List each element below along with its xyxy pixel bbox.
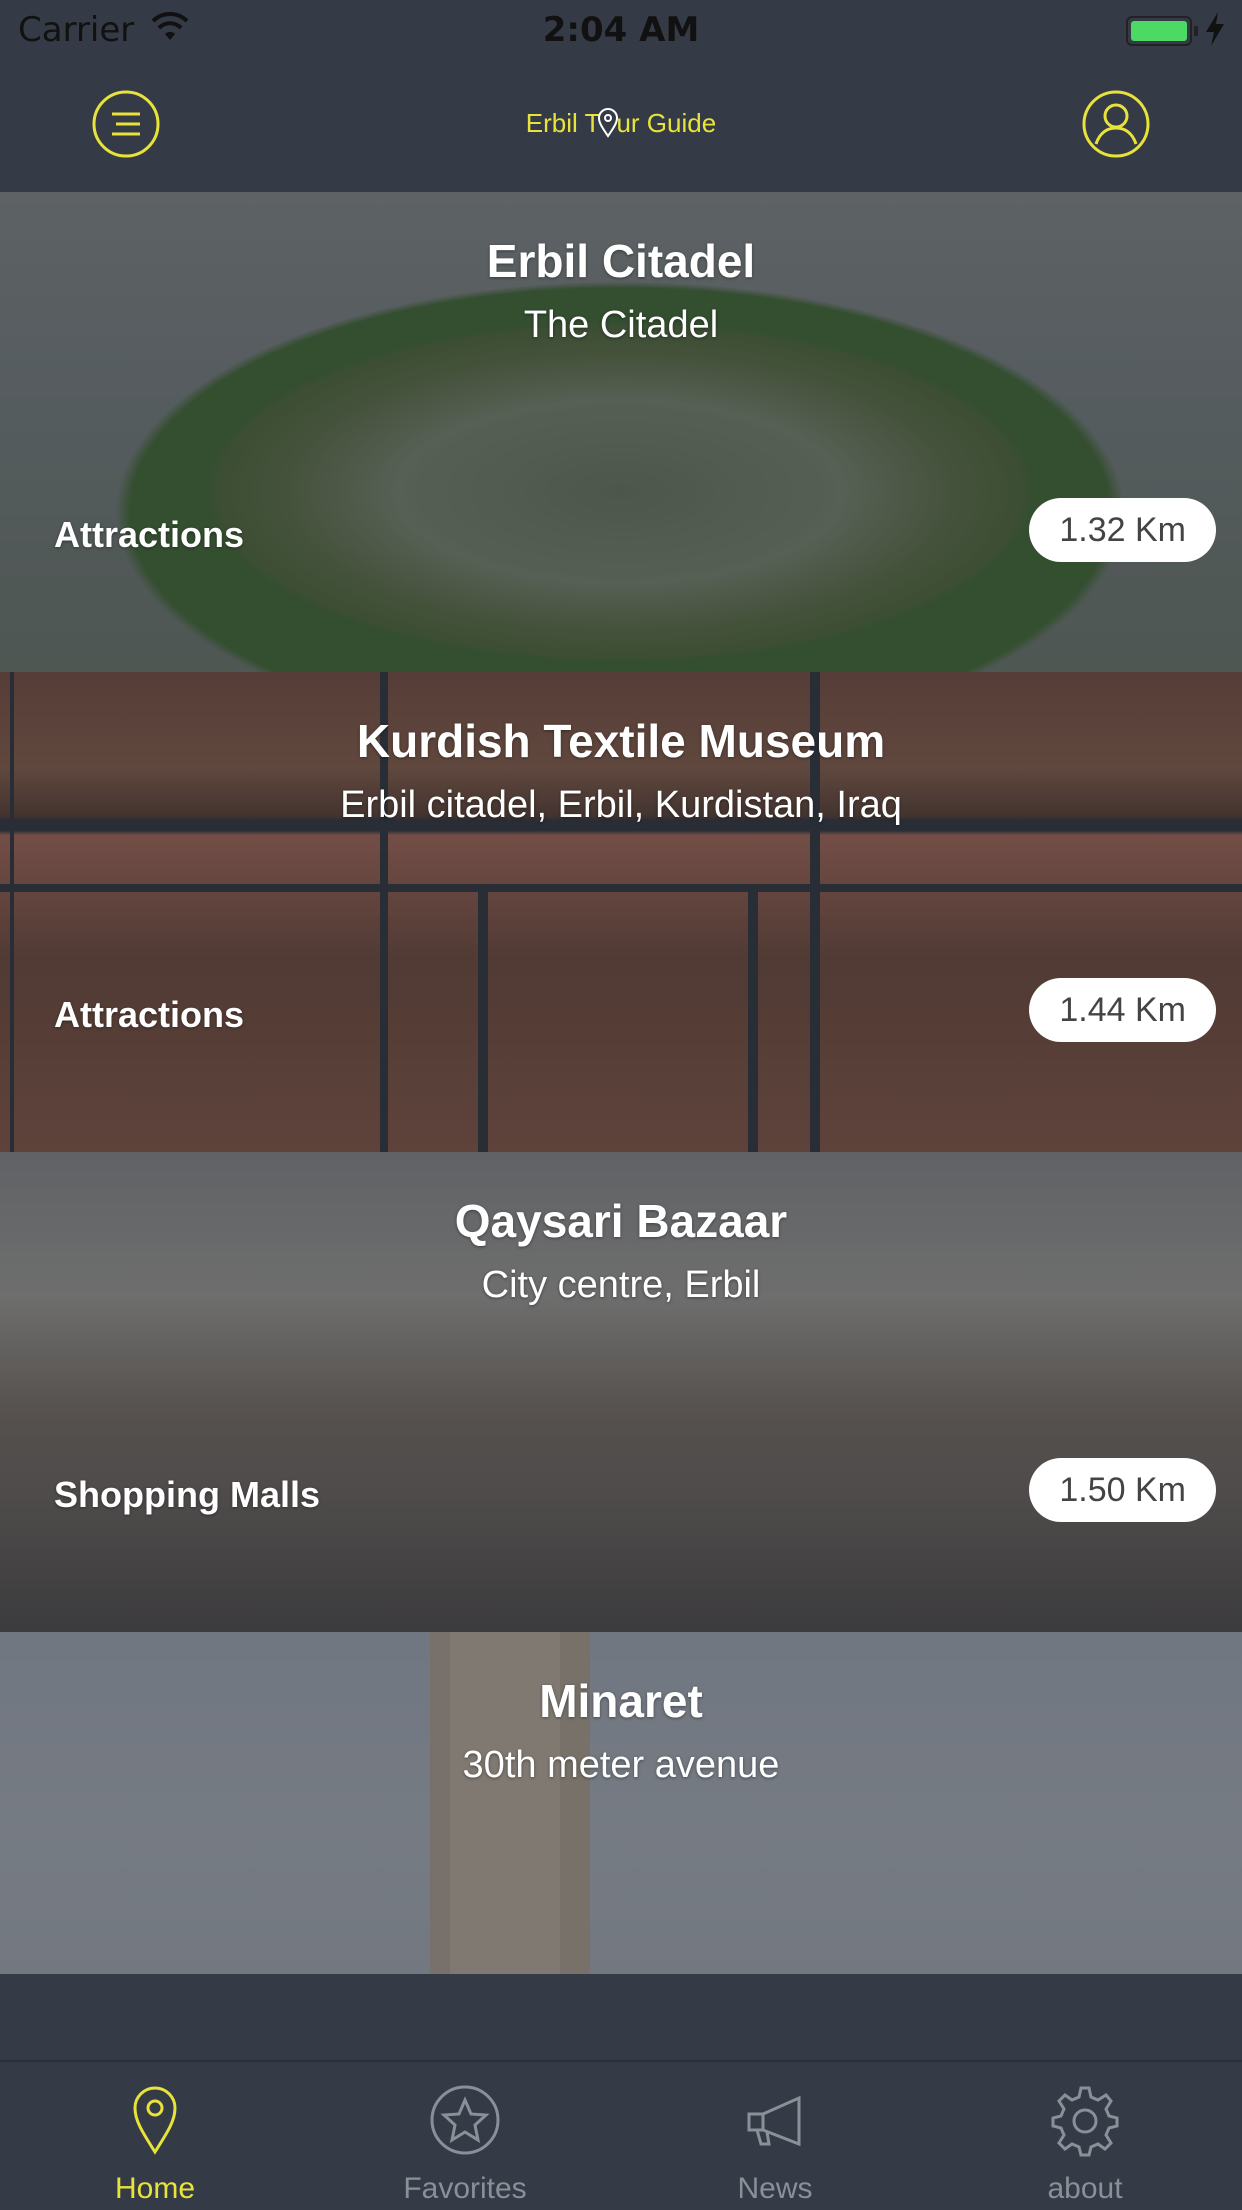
- place-title: Qaysari Bazaar: [454, 1195, 788, 1247]
- place-title: Minaret: [539, 1675, 703, 1727]
- place-category: Shopping Malls: [54, 1474, 320, 1515]
- charging-icon: [1206, 12, 1224, 46]
- place-title: Erbil Citadel: [486, 235, 756, 287]
- nav-bar: Erbil T ur Guide: [0, 62, 1242, 194]
- tab-news[interactable]: News: [620, 2062, 930, 2210]
- tab-favorites[interactable]: Favorites: [310, 2062, 620, 2210]
- tab-home[interactable]: Home: [0, 2062, 310, 2210]
- gear-icon: [1051, 2086, 1119, 2157]
- tab-about[interactable]: about: [930, 2062, 1240, 2210]
- place-card[interactable]: Minaret 30th meter avenue: [0, 1632, 1242, 1974]
- user-icon[interactable]: [1080, 88, 1152, 160]
- place-card[interactable]: Qaysari Bazaar City centre, Erbil Shoppi…: [0, 1152, 1242, 1632]
- clock: 2:04 AM: [542, 10, 700, 50]
- status-bar: Carrier 2:04 AM: [0, 0, 1242, 62]
- megaphone-icon: [747, 2095, 801, 2147]
- tab-label: Home: [114, 2172, 196, 2205]
- place-title: Kurdish Textile Museum: [356, 715, 886, 767]
- place-category: Attractions: [54, 514, 245, 555]
- app-title: Erbil T ur Guide: [525, 108, 717, 138]
- place-card[interactable]: Erbil Citadel The Citadel Attractions 1.…: [0, 192, 1242, 672]
- distance-badge: 1.44 Km: [1029, 978, 1216, 1042]
- place-category: Attractions: [54, 994, 245, 1035]
- place-subtitle: Erbil citadel, Erbil, Kurdistan, Iraq: [340, 784, 902, 826]
- place-subtitle: The Citadel: [523, 304, 719, 346]
- tab-label: Favorites: [403, 2172, 527, 2205]
- tab-label: News: [737, 2172, 813, 2205]
- tab-bar: Home Favorites News about: [0, 2060, 1242, 2210]
- place-subtitle: City centre, Erbil: [481, 1264, 761, 1306]
- place-subtitle: 30th meter avenue: [462, 1744, 780, 1786]
- battery-icon: [1126, 16, 1198, 46]
- star-icon: [430, 2085, 500, 2155]
- place-card[interactable]: Kurdish Textile Museum Erbil citadel, Er…: [0, 672, 1242, 1152]
- map-pin-icon: [133, 2086, 177, 2155]
- tab-label: about: [1047, 2172, 1123, 2205]
- distance-badge: 1.50 Km: [1029, 1458, 1216, 1522]
- distance-badge: 1.32 Km: [1029, 498, 1216, 562]
